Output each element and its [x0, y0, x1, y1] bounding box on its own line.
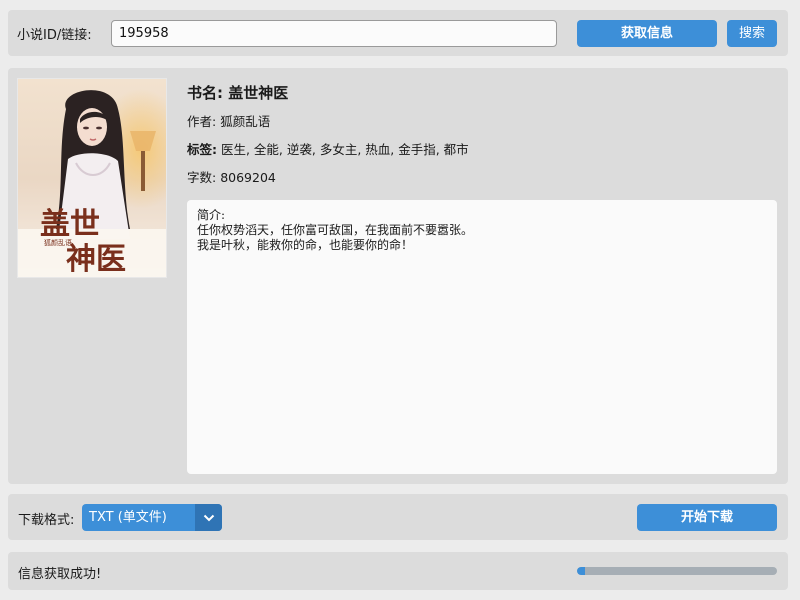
- author-value: 狐颜乱语: [220, 114, 271, 129]
- book-title-label: 书名:: [187, 84, 223, 102]
- progress-bar: [577, 567, 777, 575]
- start-download-button[interactable]: 开始下载: [637, 504, 777, 531]
- book-info-panel: 盖世 神医 狐颜乱语 书名: 盖世神医 作者: 狐颜乱语 标签: 医生, 全能,…: [8, 68, 788, 484]
- novel-id-label: 小说ID/链接:: [17, 28, 92, 43]
- tags-value: 医生, 全能, 逆袭, 多女主, 热血, 金手指, 都市: [220, 142, 469, 157]
- synopsis-label: 简介:: [197, 208, 226, 222]
- novel-id-input[interactable]: 195958: [111, 20, 557, 47]
- download-format-bar: 下载格式: TXT (单文件) 开始下载: [8, 494, 788, 540]
- book-cover: 盖世 神医 狐颜乱语: [17, 78, 167, 278]
- tags-row: 标签: 医生, 全能, 逆袭, 多女主, 热血, 金手指, 都市: [187, 139, 469, 158]
- status-message: 信息获取成功!: [18, 567, 102, 582]
- cover-title-text: 盖世: [40, 207, 100, 242]
- id-input-bar: 小说ID/链接: 195958 获取信息 搜索: [8, 10, 788, 56]
- book-title: 书名: 盖世神医: [187, 82, 288, 103]
- search-button[interactable]: 搜索: [727, 20, 777, 47]
- book-cover-image: 盖世 神医 狐颜乱语: [18, 79, 166, 277]
- word-count-row: 字数: 8069204: [187, 167, 276, 186]
- format-selected-value: TXT (单文件): [89, 510, 167, 525]
- tags-label: 标签:: [187, 142, 217, 157]
- format-select[interactable]: TXT (单文件): [82, 504, 222, 531]
- word-count-value: 8069204: [220, 170, 276, 185]
- book-title-value: 盖世神医: [228, 84, 289, 102]
- progress-bar-fill: [577, 567, 585, 575]
- format-label: 下载格式:: [18, 513, 75, 528]
- word-count-label: 字数:: [187, 170, 217, 185]
- author-row: 作者: 狐颜乱语: [187, 111, 270, 130]
- synopsis-line: 任你权势滔天，任你富可敌国，在我面前不要嚣张。: [197, 223, 474, 237]
- synopsis-line: 我是叶秋，能救你的命，也能要你的命！: [197, 238, 414, 252]
- status-bar: 信息获取成功!: [8, 552, 788, 590]
- chevron-down-icon[interactable]: [195, 504, 222, 531]
- author-label: 作者:: [187, 114, 217, 129]
- fetch-info-button[interactable]: 获取信息: [577, 20, 717, 47]
- synopsis-box[interactable]: 简介: 任你权势滔天，任你富可敌国，在我面前不要嚣张。 我是叶秋，能救你的命，也…: [187, 200, 777, 474]
- cover-author-text: 狐颜乱语: [44, 238, 72, 247]
- svg-text:神医: 神医: [66, 242, 126, 277]
